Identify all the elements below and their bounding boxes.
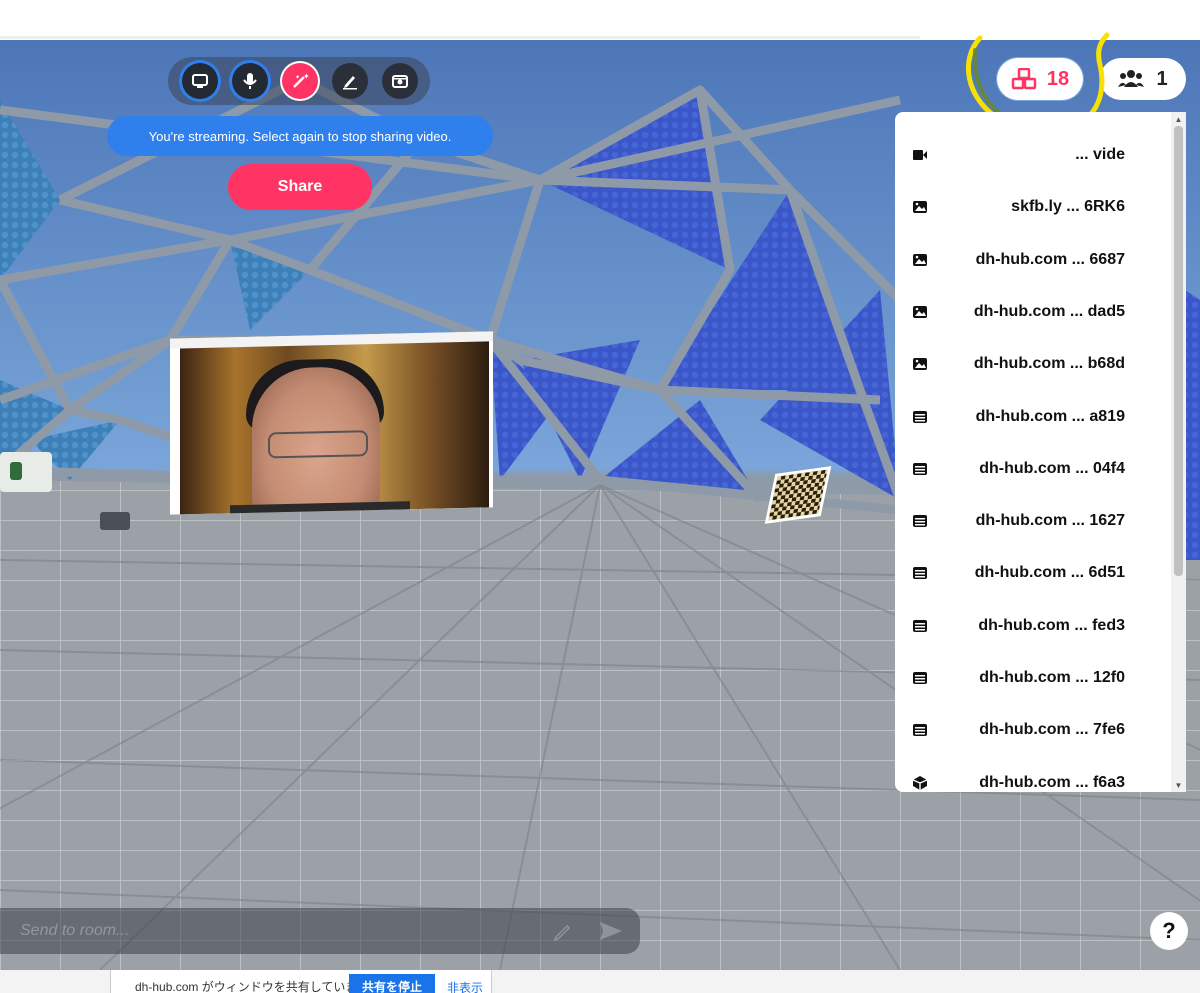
object-name: dh-hub.com ... 6d51 — [974, 564, 1125, 582]
document-icon — [912, 722, 928, 738]
object-list-item[interactable]: ... vide — [895, 129, 1167, 181]
object-name: dh-hub.com ... f6a3 — [979, 773, 1125, 791]
object-list-item[interactable]: dh-hub.com ... b68d — [895, 338, 1167, 390]
object-name: dh-hub.com ... b68d — [973, 355, 1125, 373]
streaming-tooltip: You're streaming. Select again to stop s… — [107, 116, 493, 156]
scroll-down-arrow[interactable]: ▼ — [1171, 778, 1186, 792]
object-list-item[interactable]: dh-hub.com ... fed3 — [895, 600, 1167, 652]
object-list-item[interactable]: dh-hub.com ... 7fe6 — [895, 704, 1167, 756]
object-name: dh-hub.com ... a819 — [975, 407, 1125, 425]
object-list-item[interactable]: skfb.ly ... 6RK6 — [895, 181, 1167, 233]
object-list-item[interactable]: dh-hub.com ... 04f4 — [895, 443, 1167, 495]
object-list-item[interactable]: dh-hub.com ... 12f0 — [895, 652, 1167, 704]
screen-share-button[interactable] — [182, 63, 218, 99]
image-icon — [912, 356, 928, 372]
objects-count: 18 — [1046, 67, 1070, 90]
sharing-notice-text: dh-hub.com がウィンドウを共有しています — [135, 980, 370, 993]
document-icon — [912, 409, 928, 425]
svg-text:✦: ✦ — [295, 74, 300, 81]
people-count: 1 — [1156, 67, 1168, 90]
image-icon — [912, 199, 928, 215]
object-name: ... vide — [1075, 146, 1125, 163]
object-name: dh-hub.com ... dad5 — [973, 302, 1125, 320]
scroll-up-arrow[interactable]: ▲ — [1171, 112, 1186, 126]
object-name: dh-hub.com ... fed3 — [978, 616, 1125, 634]
objects-list-panel: ... vide skfb.ly ... 6RK6 dh-hub.com ... 6… — [895, 112, 1186, 792]
object-list-item[interactable]: dh-hub.com ... 6d51 — [895, 547, 1167, 599]
svg-text:✦: ✦ — [303, 72, 310, 81]
video-icon — [912, 147, 928, 163]
stop-sharing-button[interactable]: 共有を停止 — [349, 974, 435, 993]
pen-icon — [343, 76, 357, 90]
floor-object[interactable] — [100, 512, 130, 530]
microphone-icon — [243, 73, 257, 89]
screen-share-icon — [192, 74, 208, 88]
chat-send-icon[interactable] — [598, 918, 624, 944]
model-icon — [912, 775, 928, 791]
top-divider — [0, 36, 920, 39]
object-list-item[interactable]: dh-hub.com ... 1627 — [895, 495, 1167, 547]
object-list-item[interactable]: dh-hub.com ... 6687 — [895, 234, 1167, 286]
video-glasses — [268, 430, 368, 459]
magic-wand-icon: ✦✦ — [293, 72, 310, 88]
object-name: dh-hub.com ... 04f4 — [979, 459, 1125, 477]
image-icon — [912, 304, 928, 320]
sign-logo — [10, 462, 22, 480]
document-icon — [912, 618, 928, 634]
camera-button[interactable] — [382, 63, 418, 99]
people-icon — [1118, 70, 1145, 87]
object-list-item[interactable]: dh-hub.com ... f6a3 — [895, 757, 1167, 792]
wall-sign[interactable] — [0, 452, 52, 492]
people-counter-button[interactable]: 1 — [1100, 58, 1186, 100]
objects-icon — [1011, 68, 1037, 90]
microphone-button[interactable] — [232, 63, 268, 99]
objects-scroll-thumb[interactable] — [1174, 126, 1183, 576]
magic-wand-button[interactable]: ✦ ✦ — [282, 63, 318, 99]
object-name: dh-hub.com ... 12f0 — [979, 669, 1125, 686]
browser-top-area — [0, 0, 1200, 40]
object-name: dh-hub.com ... 6687 — [975, 250, 1125, 268]
video-frame — [180, 341, 489, 515]
document-icon — [912, 461, 928, 477]
room-toolbar: ✦ ✦ — [168, 57, 430, 105]
hide-link[interactable]: 非表示 — [447, 979, 483, 993]
chat-input[interactable]: Send to room... — [20, 922, 129, 940]
share-button[interactable]: Share — [228, 164, 372, 210]
object-name: dh-hub.com ... 1627 — [975, 512, 1125, 530]
document-icon — [912, 513, 928, 529]
object-list-item[interactable]: dh-hub.com ... dad5 — [895, 286, 1167, 338]
object-name: dh-hub.com ... 7fe6 — [979, 721, 1125, 739]
image-icon — [912, 252, 928, 268]
chat-edit-icon[interactable] — [552, 920, 574, 942]
document-icon — [912, 670, 928, 686]
sharing-notification-bar: dh-hub.com がウィンドウを共有しています 共有を停止 非表示 — [110, 970, 492, 993]
pen-button[interactable] — [332, 63, 368, 99]
objects-counter-button[interactable]: 18 — [997, 58, 1083, 100]
help-button[interactable]: ? — [1150, 912, 1188, 950]
object-name: skfb.ly ... 6RK6 — [1011, 198, 1125, 216]
object-list-item[interactable]: dh-hub.com ... a819 — [895, 391, 1167, 443]
document-icon — [912, 565, 928, 581]
camera-icon — [392, 75, 408, 88]
shared-video-screen[interactable] — [170, 331, 493, 515]
